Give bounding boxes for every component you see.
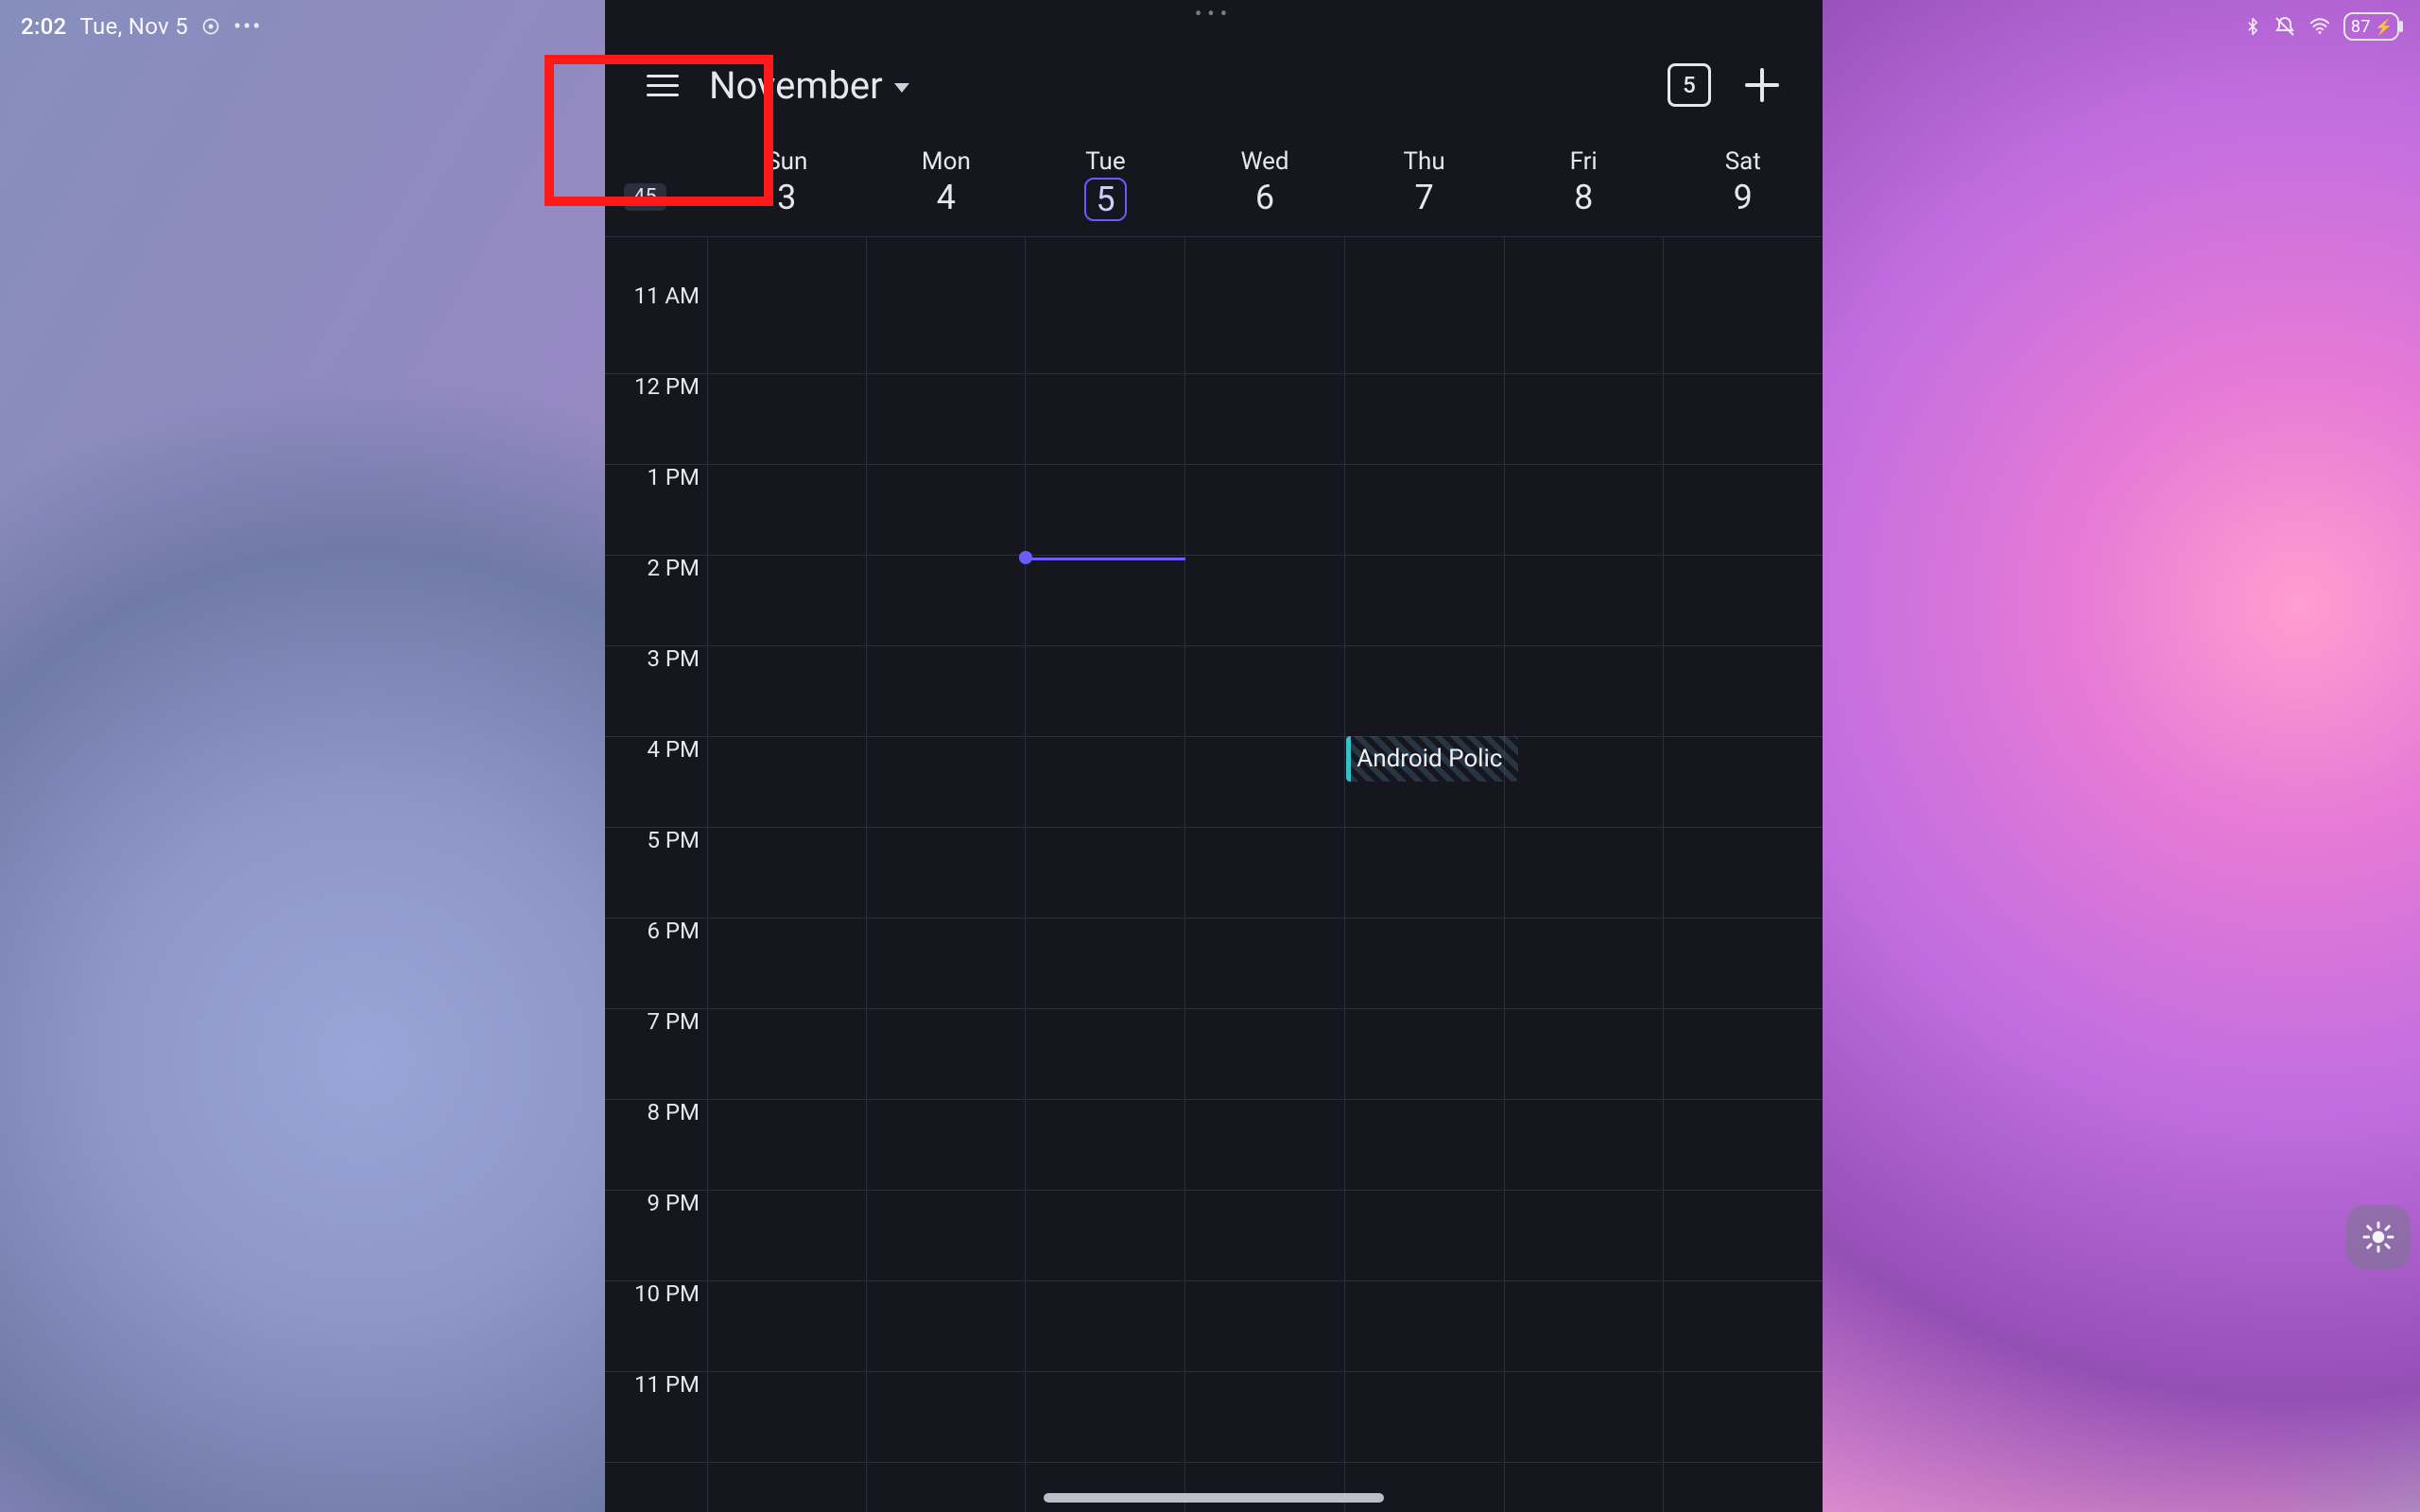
wifi-icon	[2308, 16, 2332, 37]
hour-row	[605, 283, 1823, 374]
notification-icon	[201, 17, 220, 36]
hour-row	[605, 645, 1823, 737]
add-event-button[interactable]	[1743, 66, 1781, 104]
hour-row	[605, 373, 1823, 465]
today-button[interactable]: 5	[1668, 63, 1711, 107]
hour-row	[605, 918, 1823, 1009]
hour-row	[605, 464, 1823, 556]
week-number-badge: 45	[624, 183, 666, 211]
hour-row	[605, 555, 1823, 646]
month-picker[interactable]: November	[709, 63, 909, 108]
status-time: 2:02	[21, 13, 66, 40]
mute-icon	[2273, 15, 2296, 38]
more-notifications-icon: •••	[233, 13, 262, 40]
hour-row	[605, 1099, 1823, 1191]
battery-indicator: 87 ⚡	[2343, 12, 2399, 41]
hour-row	[605, 1008, 1823, 1100]
bluetooth-icon	[2243, 15, 2262, 38]
status-bar: 2:02 Tue, Nov 5 ••• 87 ⚡	[0, 0, 2420, 53]
chevron-down-icon	[894, 83, 909, 93]
day-header[interactable]: Mon 4	[867, 142, 1027, 236]
day-header[interactable]: Sat 9	[1663, 142, 1823, 236]
menu-button[interactable]	[647, 65, 686, 105]
day-header[interactable]: Thu 7	[1344, 142, 1504, 236]
hour-row	[605, 1280, 1823, 1372]
current-time-line	[1026, 558, 1185, 560]
gesture-bar[interactable]	[1044, 1493, 1384, 1503]
day-header[interactable]: Tue 5	[1026, 142, 1185, 236]
battery-percent: 87	[2351, 17, 2371, 37]
current-time-dot	[1019, 551, 1032, 564]
day-header[interactable]: Sun 3	[707, 142, 867, 236]
month-title: November	[709, 63, 883, 108]
day-header[interactable]: Fri 8	[1504, 142, 1664, 236]
brightness-pill[interactable]	[2346, 1205, 2411, 1269]
calendar-app: ••• November 5 45 Sun 3 Mon 4 Tue 5 W	[605, 0, 1823, 1512]
calendar-event[interactable]: Android Polic	[1346, 736, 1518, 782]
status-date: Tue, Nov 5	[79, 13, 188, 40]
hour-row	[605, 1190, 1823, 1281]
hour-row	[605, 736, 1823, 828]
days-header: 45 Sun 3 Mon 4 Tue 5 Wed 6 Thu 7 Fri 8 S…	[605, 142, 1823, 237]
hour-row	[605, 827, 1823, 919]
day-header[interactable]: Wed 6	[1185, 142, 1345, 236]
today-number: 5	[1683, 72, 1696, 98]
hour-row	[605, 1371, 1823, 1463]
charging-icon: ⚡	[2375, 18, 2394, 36]
calendar-grid[interactable]: 11 AM12 PM1 PM2 PM3 PM4 PM5 PM6 PM7 PM8 …	[605, 237, 1823, 1512]
